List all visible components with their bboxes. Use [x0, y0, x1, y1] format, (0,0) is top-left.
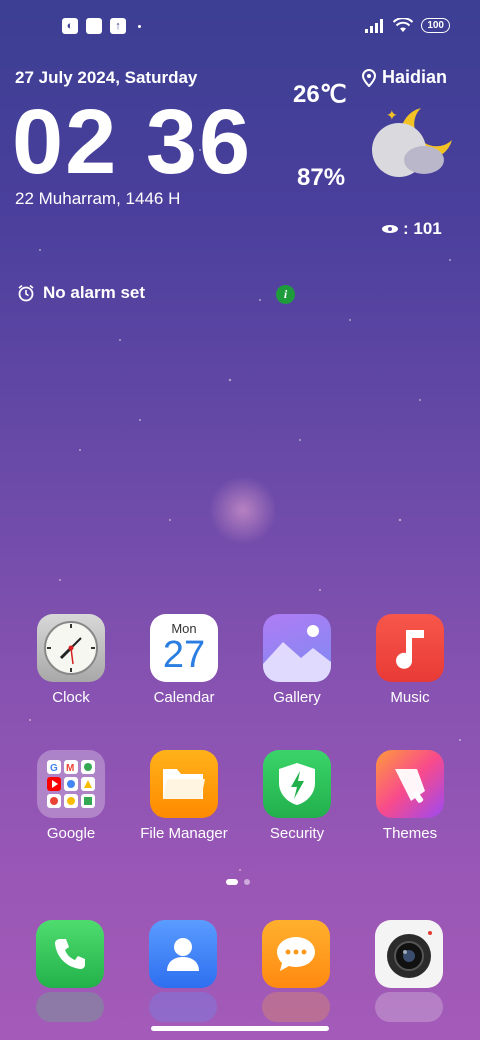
camera-icon	[387, 931, 432, 978]
status-bar: ◐ ↑ 100	[0, 0, 480, 56]
page-dot	[244, 879, 250, 885]
dock-messages[interactable]	[262, 920, 330, 988]
wifi-icon	[393, 18, 414, 32]
app-label: Themes	[382, 825, 438, 842]
more-notifications-icon	[138, 24, 141, 28]
alarm-status[interactable]: No alarm set	[17, 283, 145, 303]
home-gesture-bar[interactable]	[151, 1026, 329, 1031]
dock-phone[interactable]	[36, 920, 104, 988]
music-app-icon	[376, 614, 444, 682]
hijri-date: 22 Muharram, 1446 H	[15, 189, 181, 208]
app-label: Music	[390, 689, 430, 706]
dock-reflection	[36, 992, 104, 1022]
cloudy-night-icon[interactable]: ✦	[366, 100, 456, 180]
page-dot-active	[226, 879, 238, 885]
dock-camera[interactable]	[375, 920, 443, 988]
battery-indicator: 100	[421, 18, 450, 33]
location-label: Haidian	[382, 67, 448, 87]
dock-reflection	[149, 992, 217, 1022]
app-gallery[interactable]: Gallery	[242, 614, 352, 706]
air-quality[interactable]: : 101	[381, 219, 442, 239]
google-folder-icon: G M	[37, 750, 105, 818]
app-label: Google	[46, 825, 96, 842]
svg-text:G: G	[50, 763, 58, 774]
app-music[interactable]: Music	[355, 614, 465, 706]
page-indicator	[226, 879, 250, 885]
clock-time[interactable]: 02 36	[12, 92, 252, 192]
svg-text:✦: ✦	[386, 107, 398, 123]
location-pin-icon	[362, 68, 376, 87]
app-clock[interactable]: Clock	[16, 614, 126, 706]
notification-icon: ◐	[62, 18, 78, 34]
app-calendar[interactable]: Mon 27 Calendar	[129, 614, 239, 706]
contacts-icon	[167, 938, 199, 971]
date-text: 27 July 2024, Saturday	[15, 68, 198, 87]
square-notification-icon	[86, 18, 102, 34]
app-label: Gallery	[273, 689, 321, 706]
messages-icon	[277, 937, 315, 971]
dock-reflection	[262, 992, 330, 1022]
calendar-app-icon: Mon 27	[150, 614, 218, 682]
signal-icon	[365, 18, 384, 33]
app-themes[interactable]: Themes	[355, 750, 465, 842]
clock-app-icon	[37, 614, 105, 682]
dock-contacts[interactable]	[149, 920, 217, 988]
info-icon[interactable]: i	[276, 285, 295, 304]
app-label: Security	[269, 825, 325, 842]
aqi-value: : 101	[403, 219, 442, 238]
alarm-clock-icon	[18, 284, 34, 302]
alarm-label: No alarm set	[43, 283, 146, 302]
security-app-icon	[263, 750, 331, 818]
app-label: File Manager	[140, 825, 228, 842]
phone-icon	[55, 939, 85, 969]
calendar-date: 27	[162, 633, 206, 676]
dock-reflection	[375, 992, 443, 1022]
file-manager-app-icon	[150, 750, 218, 818]
crescent-moon-wallpaper	[209, 478, 275, 544]
svg-text:M: M	[66, 763, 74, 774]
app-label: Clock	[52, 689, 90, 706]
app-security[interactable]: Security	[242, 750, 352, 842]
gallery-app-icon	[263, 614, 331, 682]
themes-app-icon	[376, 750, 444, 818]
leaf-icon	[382, 225, 398, 233]
temperature[interactable]: 26℃	[293, 80, 347, 109]
weather-location[interactable]: Haidian	[362, 67, 447, 88]
app-label: Calendar	[153, 689, 215, 706]
app-file-manager[interactable]: File Manager	[129, 750, 239, 842]
upload-icon: ↑	[110, 18, 126, 34]
humidity: 87%	[297, 164, 346, 191]
folder-google[interactable]: G M Google	[16, 750, 126, 842]
